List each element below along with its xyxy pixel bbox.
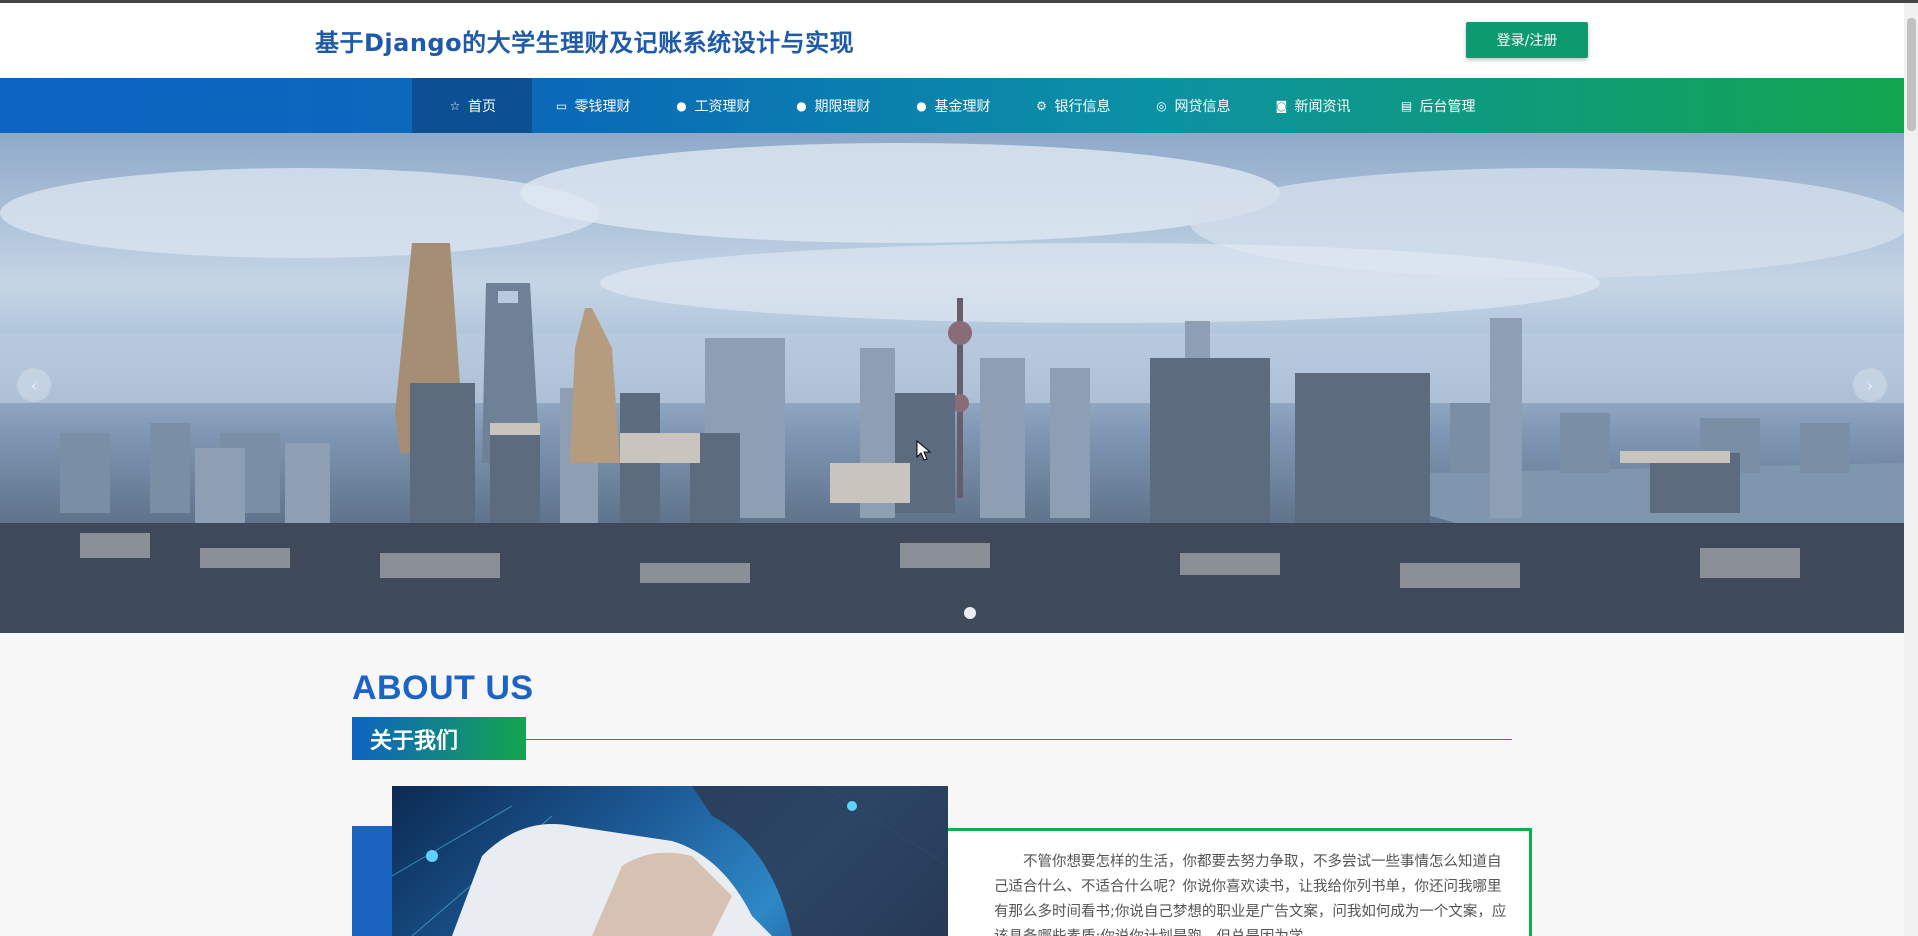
site-title: 基于Django的大学生理财及记账系统设计与实现 xyxy=(315,29,855,57)
about-title-cn-text: 关于我们 xyxy=(370,728,459,754)
about-image xyxy=(392,786,948,936)
scrollbar-thumb[interactable] xyxy=(1907,18,1916,131)
nav-item-admin[interactable]: ▤ 后台管理 xyxy=(1380,78,1495,133)
nav-item-p2p-info[interactable]: ◎ 网贷信息 xyxy=(1140,78,1245,133)
nav-item-change-finance[interactable]: ▭ 零钱理财 xyxy=(540,78,645,133)
login-register-button[interactable]: 登录/注册 xyxy=(1466,22,1588,58)
page-scrollbar[interactable] xyxy=(1904,3,1918,936)
camera-icon: ◙ xyxy=(1275,98,1288,113)
nav-label: 网贷信息 xyxy=(1174,98,1231,115)
mouse-cursor-icon xyxy=(916,440,932,461)
hero-banner-carousel: ‹ › xyxy=(0,133,1904,633)
carousel-dot[interactable] xyxy=(964,607,976,619)
star-icon: ☆ xyxy=(449,98,461,113)
carousel-next-button[interactable]: › xyxy=(1853,368,1887,402)
info-icon: ● xyxy=(676,98,687,113)
info-icon: ● xyxy=(916,98,927,113)
site-header: 基于Django的大学生理财及记账系统设计与实现 登录/注册 xyxy=(0,3,1904,78)
nav-label: 银行信息 xyxy=(1054,98,1111,115)
gear-icon: ⚙ xyxy=(1036,98,1047,113)
nav-label: 后台管理 xyxy=(1419,98,1476,115)
about-description: 不管你想要怎样的生活，你都要去努力争取，不多尝试一些事情怎么知道自己适合什么、不… xyxy=(994,854,1507,936)
carousel-prev-button[interactable]: ‹ xyxy=(17,368,51,402)
city-skyline-image xyxy=(0,143,1904,633)
globe-icon: ◎ xyxy=(1156,98,1167,113)
nav-label: 新闻资讯 xyxy=(1294,98,1351,115)
nav-item-bank-info[interactable]: ⚙ 银行信息 xyxy=(1020,78,1125,133)
nav-item-term-finance[interactable]: ● 期限理财 xyxy=(780,78,885,133)
nav-item-home[interactable]: ☆ 首页 xyxy=(412,78,532,133)
nav-item-news[interactable]: ◙ 新闻资讯 xyxy=(1260,78,1365,133)
about-divider xyxy=(526,739,1512,740)
wallet-icon: ▭ xyxy=(555,98,568,113)
nav-label: 基金理财 xyxy=(934,98,991,115)
about-title-cn: 关于我们 xyxy=(352,717,526,760)
nav-item-salary-finance[interactable]: ● 工资理财 xyxy=(660,78,765,133)
nav-item-fund-finance[interactable]: ● 基金理财 xyxy=(900,78,1005,133)
nav-label: 零钱理财 xyxy=(574,98,631,115)
clipboard-icon: ▤ xyxy=(1400,98,1413,113)
nav-label: 期限理财 xyxy=(814,98,871,115)
nav-label: 工资理财 xyxy=(694,98,751,115)
nav-label: 首页 xyxy=(468,98,496,115)
main-nav: ☆ 首页 ▭ 零钱理财 ● 工资理财 ● 期限理财 ● 基金理财 ⚙ 银行信息 … xyxy=(0,78,1904,133)
about-title-en: ABOUT US xyxy=(352,669,534,707)
circle-icon: ● xyxy=(796,98,807,113)
